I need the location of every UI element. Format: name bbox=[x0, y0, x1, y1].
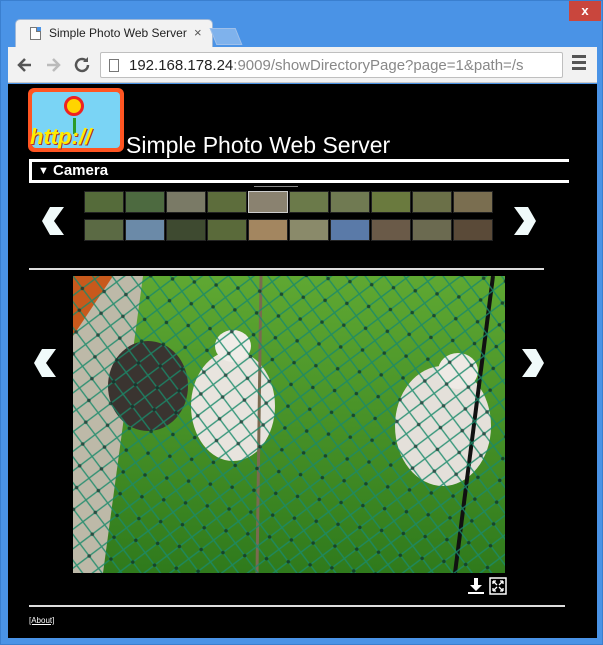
back-arrow-icon[interactable] bbox=[14, 54, 36, 76]
about-link[interactable]: [About] bbox=[29, 616, 54, 625]
thumbnail[interactable] bbox=[207, 191, 247, 213]
new-tab-button[interactable] bbox=[209, 28, 243, 45]
download-icon[interactable] bbox=[467, 577, 485, 595]
thumbnail[interactable] bbox=[248, 219, 288, 241]
title-bar: Simple Photo Web Server × x bbox=[1, 1, 602, 47]
thumbnail-strip bbox=[84, 191, 496, 251]
page-content: http:// Simple Photo Web Server ▼ Camera bbox=[8, 84, 597, 638]
photo-actions bbox=[467, 577, 507, 597]
thumbnail[interactable] bbox=[371, 191, 411, 213]
photo-next-arrow-icon[interactable] bbox=[514, 348, 544, 378]
thumbnail[interactable] bbox=[289, 191, 329, 213]
thumbnail[interactable] bbox=[453, 219, 493, 241]
thumbnails-prev-arrow-icon[interactable] bbox=[42, 206, 72, 236]
thumbnail[interactable] bbox=[453, 191, 493, 213]
thumbnail[interactable] bbox=[125, 191, 165, 213]
address-bar[interactable]: 192.168.178.24:9009/showDirectoryPage?pa… bbox=[100, 52, 563, 78]
browser-tab[interactable]: Simple Photo Web Server × bbox=[15, 19, 213, 47]
logo-text: http:// bbox=[30, 124, 92, 149]
thumbnail[interactable] bbox=[166, 191, 206, 213]
thumbnail[interactable] bbox=[412, 219, 452, 241]
thumbnails-next-arrow-icon[interactable] bbox=[506, 206, 536, 236]
thumbnail[interactable] bbox=[330, 191, 370, 213]
url-text: 192.168.178.24:9009/showDirectoryPage?pa… bbox=[129, 57, 524, 74]
tab-close-icon[interactable]: × bbox=[194, 25, 202, 40]
photo-prev-arrow-icon[interactable] bbox=[34, 348, 64, 378]
thumbnail[interactable] bbox=[207, 219, 247, 241]
thumbnail[interactable] bbox=[248, 191, 288, 213]
thumbnail[interactable] bbox=[289, 219, 329, 241]
thumbnail[interactable] bbox=[84, 219, 124, 241]
directory-header[interactable]: ▼ Camera bbox=[29, 159, 569, 183]
tab-title: Simple Photo Web Server bbox=[49, 26, 187, 40]
thumbnail[interactable] bbox=[166, 219, 206, 241]
site-logo: http:// bbox=[28, 88, 124, 152]
main-photo[interactable] bbox=[73, 276, 505, 573]
flower-icon bbox=[64, 96, 84, 116]
page-icon bbox=[109, 59, 119, 72]
hamburger-menu-icon[interactable] bbox=[572, 55, 588, 73]
window-close-button[interactable]: x bbox=[569, 1, 601, 21]
site-title: Simple Photo Web Server bbox=[126, 132, 391, 158]
directory-name: Camera bbox=[53, 162, 109, 179]
reload-icon[interactable] bbox=[71, 54, 93, 76]
thumbnail[interactable] bbox=[125, 219, 165, 241]
page-favicon-icon bbox=[30, 27, 41, 40]
thumbnail[interactable] bbox=[371, 219, 411, 241]
browser-window: Simple Photo Web Server × x 192.168.178.… bbox=[0, 0, 603, 645]
divider bbox=[29, 605, 565, 607]
thumbnail-selection-mark bbox=[254, 186, 298, 187]
fullscreen-icon[interactable] bbox=[489, 577, 507, 595]
divider bbox=[29, 268, 544, 270]
triangle-down-icon[interactable]: ▼ bbox=[38, 165, 49, 177]
thumbnail[interactable] bbox=[412, 191, 452, 213]
browser-toolbar: 192.168.178.24:9009/showDirectoryPage?pa… bbox=[8, 47, 597, 83]
thumbnail[interactable] bbox=[84, 191, 124, 213]
thumbnail[interactable] bbox=[330, 219, 370, 241]
forward-arrow-icon[interactable] bbox=[42, 54, 64, 76]
